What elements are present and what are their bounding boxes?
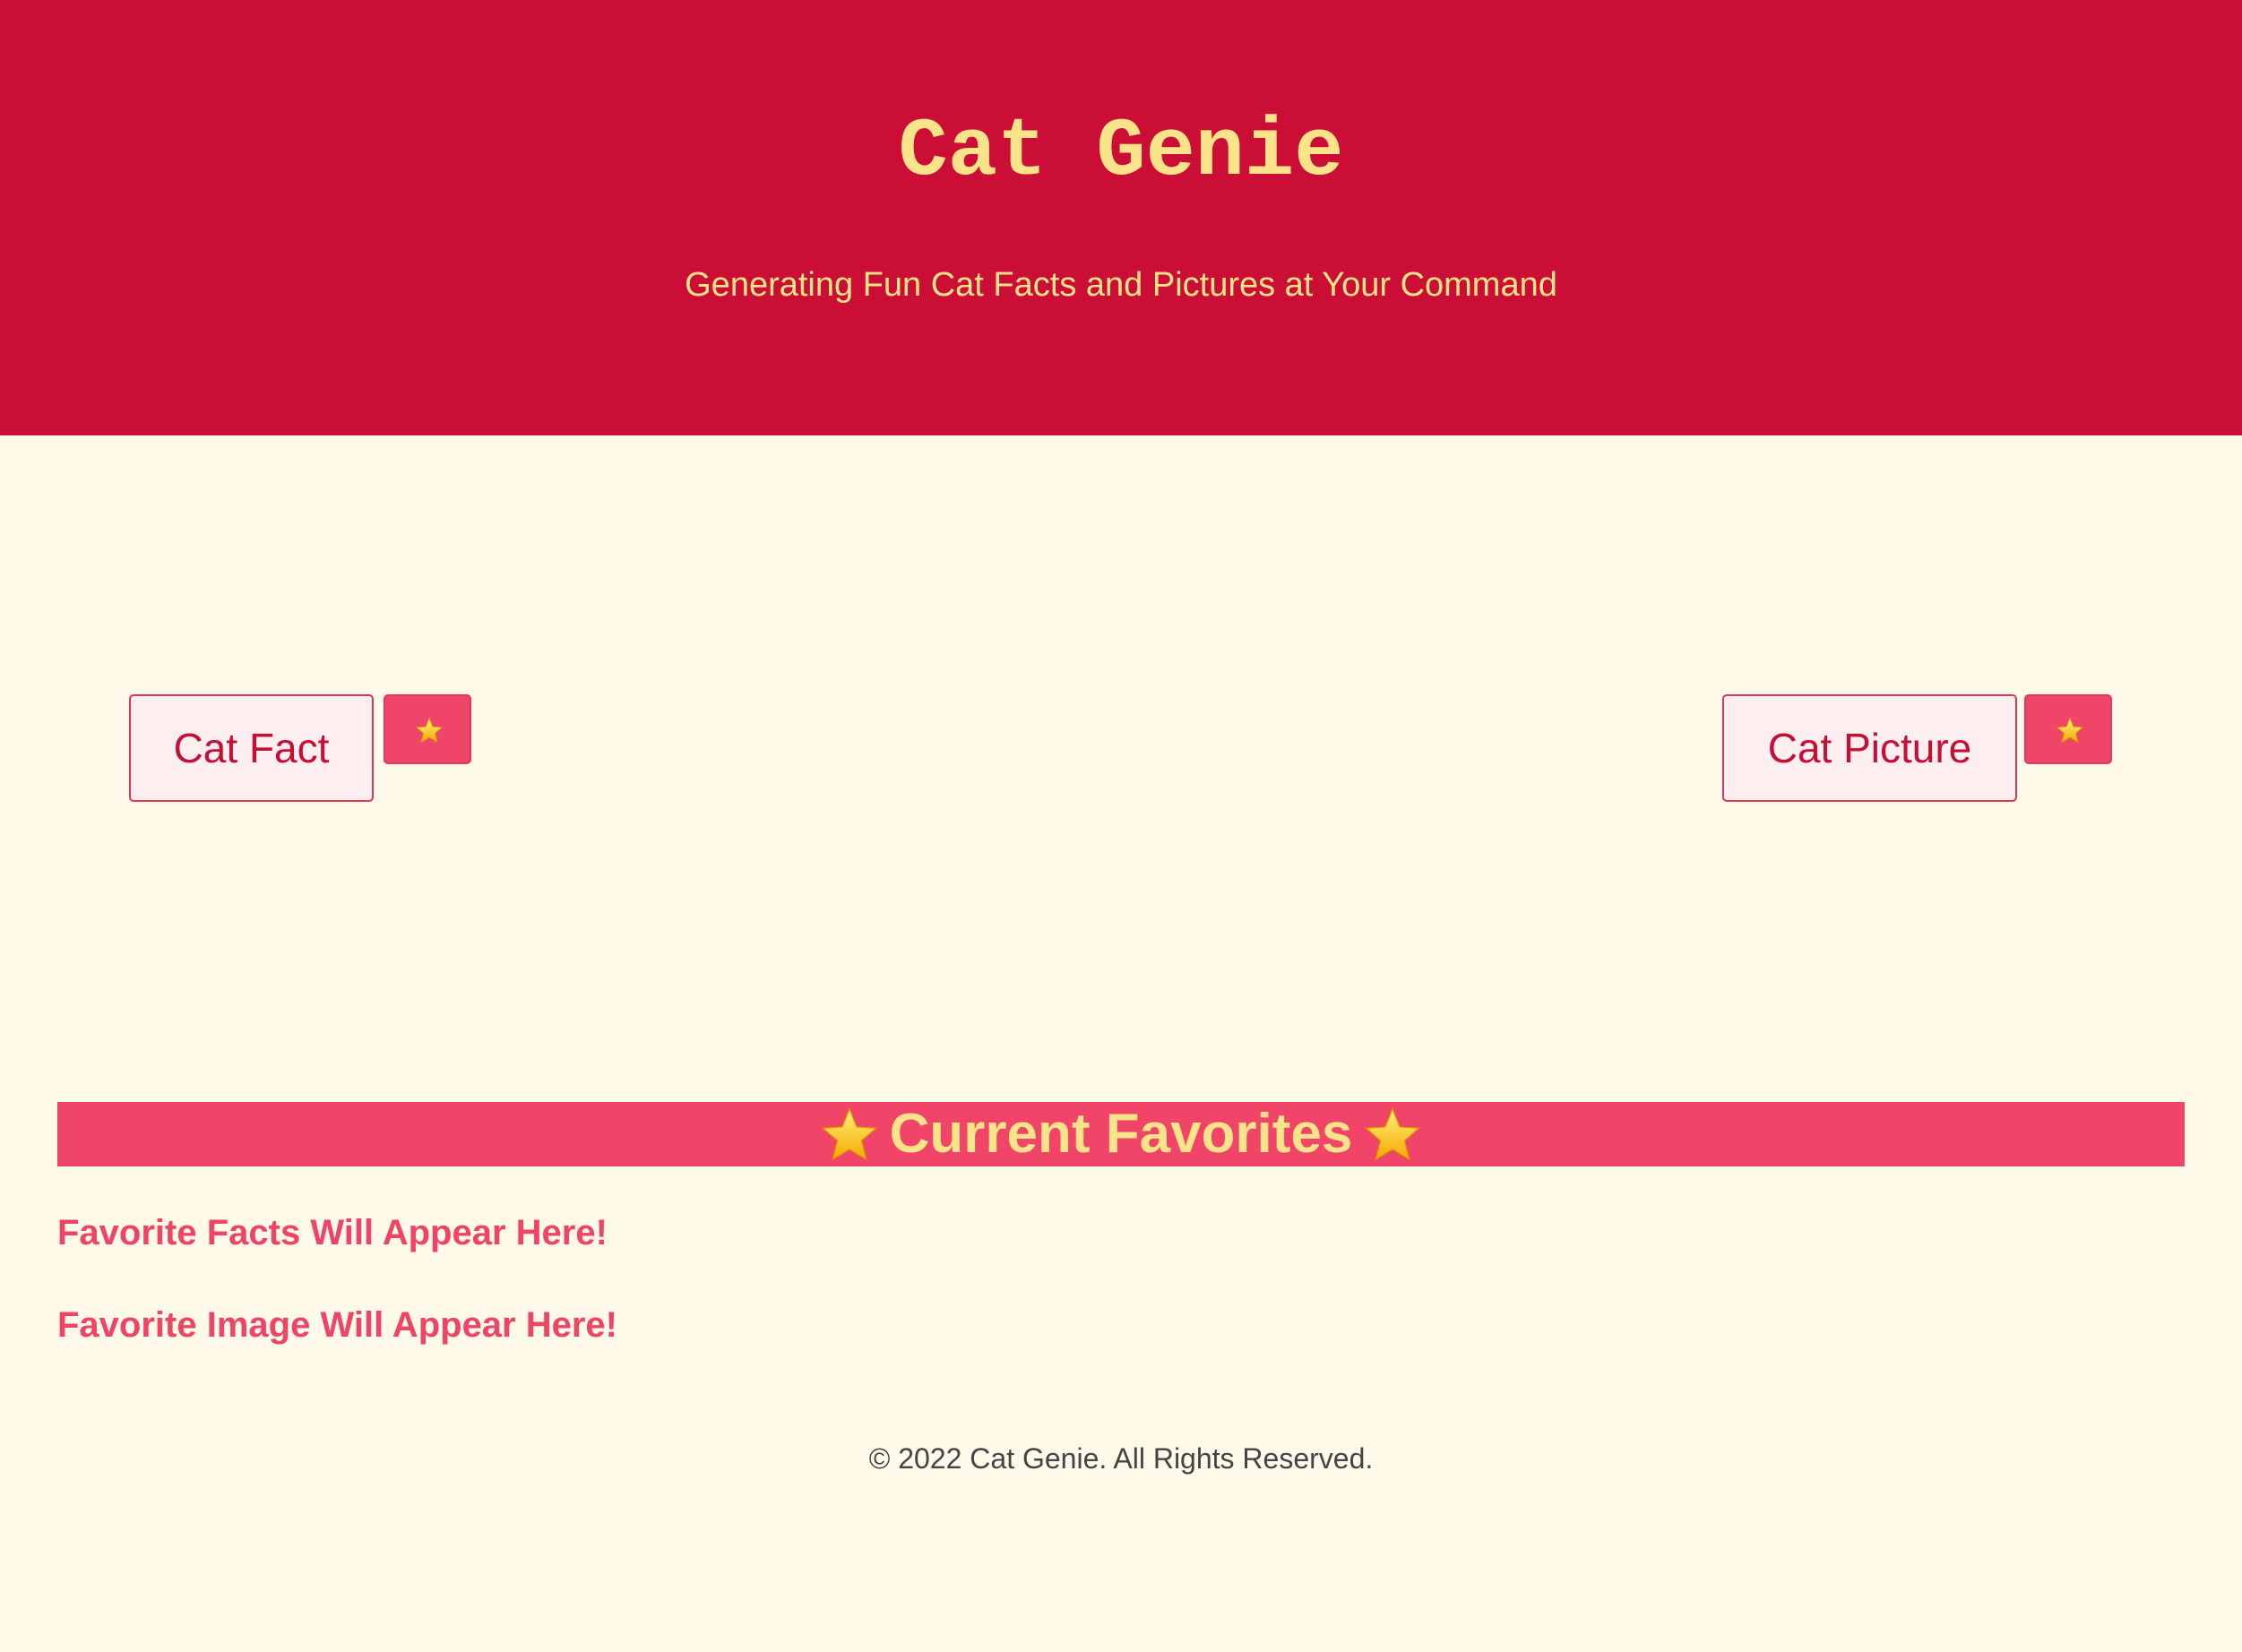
favorite-fact-button[interactable] xyxy=(384,694,471,764)
cat-picture-button[interactable]: Cat Picture xyxy=(1722,694,2017,802)
favorite-picture-button[interactable] xyxy=(2024,694,2112,764)
favorites-heading: Current Favorites xyxy=(57,1102,2185,1166)
footer-copyright: © 2022 Cat Genie. All Rights Reserved. xyxy=(868,1442,1374,1475)
star-icon xyxy=(1365,1106,1421,1161)
page-title: Cat Genie xyxy=(898,105,1344,199)
favorite-image-placeholder: Favorite Image Will Appear Here! xyxy=(57,1305,617,1345)
star-icon xyxy=(415,717,444,744)
favorite-facts-placeholder: Favorite Facts Will Appear Here! xyxy=(57,1213,608,1252)
cat-fact-button[interactable]: Cat Fact xyxy=(129,694,374,802)
favorites-heading-bar: Current Favorites xyxy=(57,1102,2185,1166)
page-header: Cat Genie Generating Fun Cat Facts and P… xyxy=(0,0,2242,435)
page-subtitle: Generating Fun Cat Facts and Pictures at… xyxy=(685,266,1557,304)
favorites-heading-text: Current Favorites xyxy=(889,1103,1353,1165)
star-icon xyxy=(821,1106,877,1161)
star-icon xyxy=(2056,717,2084,744)
